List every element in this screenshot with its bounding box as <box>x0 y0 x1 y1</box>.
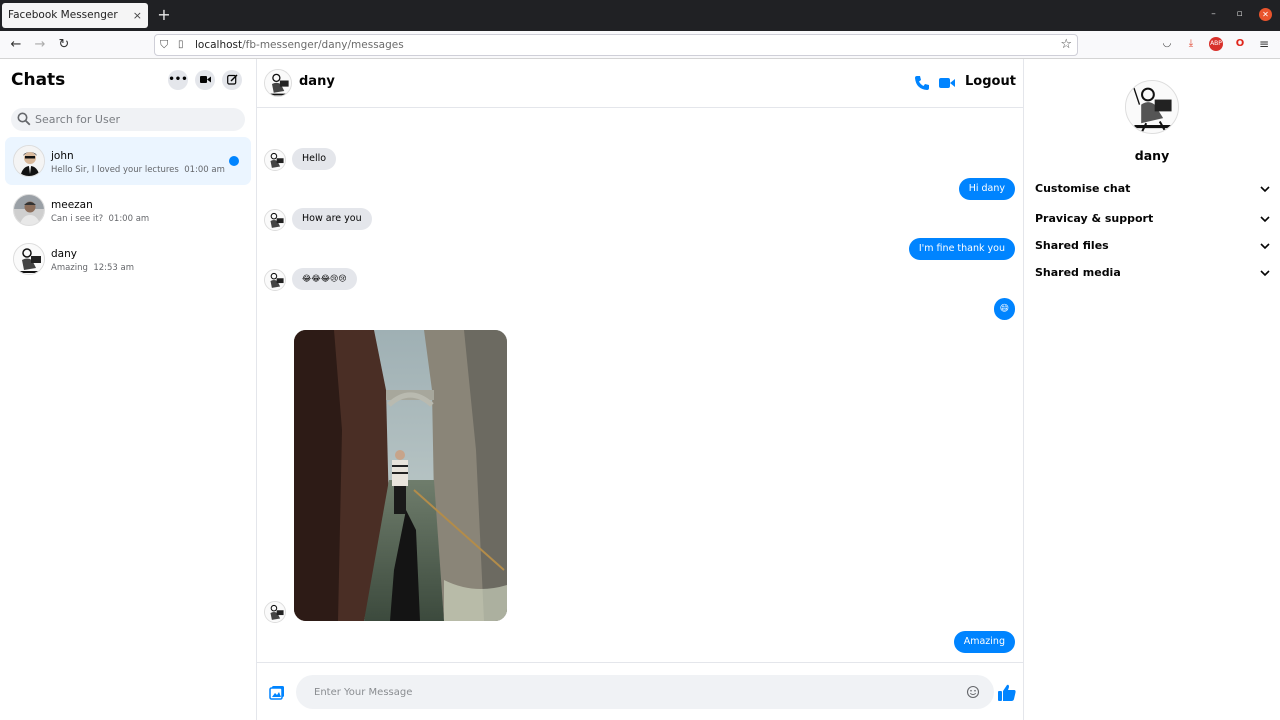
close-window-button[interactable]: ✕ <box>1259 8 1272 21</box>
logout-button[interactable]: Logout <box>965 74 1016 89</box>
section-label: Customise chat <box>1035 182 1131 195</box>
section-shared-media[interactable]: Shared media <box>1035 264 1271 282</box>
url-host: localhost <box>195 39 243 51</box>
sender-avatar <box>264 149 286 171</box>
url-text: localhost/fb-messenger/dany/messages <box>195 35 404 55</box>
conversation-name: john <box>51 150 74 162</box>
minimize-button[interactable]: – <box>1207 8 1220 21</box>
back-icon[interactable]: ← <box>8 37 24 53</box>
chevron-down-icon <box>1260 186 1270 193</box>
message-outgoing: Hi dany <box>958 178 1015 200</box>
sender-avatar <box>264 269 286 291</box>
messenger-app: Chats ••• john Hello Sir, I loved your l… <box>0 59 1280 720</box>
compose-icon[interactable] <box>222 70 242 90</box>
attach-media-icon[interactable] <box>269 685 285 701</box>
user-search <box>11 108 245 131</box>
contact-name: dany <box>299 74 335 89</box>
shield-icon[interactable]: ⛉ <box>160 35 168 55</box>
new-tab-button[interactable]: + <box>156 5 172 25</box>
chat-header: dany Logout <box>257 59 1023 108</box>
section-label: Shared media <box>1035 266 1121 279</box>
avatar <box>13 194 45 226</box>
tab-title: Facebook Messenger <box>8 9 118 21</box>
unread-dot <box>229 156 239 166</box>
message-input[interactable] <box>314 675 934 709</box>
section-shared-files[interactable]: Shared files <box>1035 237 1271 255</box>
window-controls: – ▫ ✕ <box>1207 8 1272 21</box>
conversation-preview: Hello Sir, I loved your lectures 01:00 a… <box>51 165 225 175</box>
section-label: Pravicay & support <box>1035 212 1154 225</box>
adblock-icon[interactable]: ABP <box>1209 37 1223 51</box>
reload-icon[interactable]: ↻ <box>56 37 72 53</box>
more-options-icon[interactable]: ••• <box>168 70 188 90</box>
chevron-down-icon <box>1260 243 1270 250</box>
sender-avatar <box>264 601 286 623</box>
message-incoming: How are you <box>292 208 372 230</box>
bookmark-star-icon[interactable]: ☆ <box>1060 35 1072 55</box>
opera-icon[interactable]: O <box>1233 37 1247 51</box>
chevron-down-icon <box>1260 270 1270 277</box>
message-outgoing: Amazing <box>953 631 1015 653</box>
conversation-preview: Amazing 12:53 am <box>51 263 135 273</box>
chats-title: Chats <box>11 70 66 90</box>
contact-profile-name: dany <box>1134 148 1170 163</box>
section-label: Shared files <box>1035 239 1109 252</box>
url-path: /fb-messenger/dany/messages <box>242 39 404 51</box>
video-call-icon[interactable] <box>195 70 215 90</box>
conversation-preview: Can i see it? 01:00 am <box>51 214 150 224</box>
video-icon[interactable] <box>938 74 956 92</box>
section-customise-chat[interactable]: Customise chat <box>1035 180 1271 198</box>
conversation-item-john[interactable]: john Hello Sir, I loved your lectures 01… <box>5 137 251 185</box>
avatar <box>13 243 45 275</box>
message-input-wrap <box>296 675 994 709</box>
message-incoming: Hello <box>292 148 337 170</box>
emoji-icon[interactable] <box>966 685 980 699</box>
url-bar[interactable]: ⛉ ▯ localhost/fb-messenger/dany/messages… <box>154 34 1078 56</box>
chats-sidebar: Chats ••• john Hello Sir, I loved your l… <box>0 59 257 720</box>
chat-panel: dany Logout Hello Hi dany How are you I'… <box>257 59 1024 720</box>
message-outgoing: I'm fine thank you <box>908 238 1015 260</box>
section-privacy-support[interactable]: Pravicay & support <box>1035 210 1271 228</box>
contact-profile-avatar <box>1125 80 1179 134</box>
gondola-canal-photo[interactable] <box>294 330 507 621</box>
conversation-item-meezan[interactable]: meezan Can i see it? 01:00 am <box>5 186 251 234</box>
contact-info-panel: dany Customise chat Pravicay & support S… <box>1024 59 1280 720</box>
sidebar-actions: ••• <box>168 70 242 90</box>
browser-navbar: ← → ↻ ⛉ ▯ localhost/fb-messenger/dany/me… <box>0 31 1280 59</box>
search-icon <box>17 112 31 126</box>
message-composer <box>257 662 1023 720</box>
avatar <box>13 145 45 177</box>
message-incoming-emoji: 😂😂😂😢😢 <box>292 268 357 290</box>
contact-avatar[interactable] <box>264 69 292 97</box>
maximize-button[interactable]: ▫ <box>1233 8 1246 21</box>
browser-tabbar: Facebook Messenger × + – ▫ ✕ <box>0 0 1280 31</box>
conversation-item-dany[interactable]: dany Amazing 12:53 am <box>5 235 251 283</box>
phone-icon[interactable] <box>913 74 931 92</box>
thumbs-up-icon[interactable] <box>997 683 1017 703</box>
chevron-down-icon <box>1260 216 1270 223</box>
search-input[interactable] <box>35 108 235 131</box>
download-icon[interactable]: ⤓ <box>1184 37 1198 51</box>
menu-icon[interactable]: ≡ <box>1257 37 1271 51</box>
conversation-name: dany <box>51 248 77 260</box>
browser-tab[interactable]: Facebook Messenger × <box>2 3 148 28</box>
sender-avatar <box>264 209 286 231</box>
pocket-icon[interactable]: ◡ <box>1160 37 1174 51</box>
message-outgoing-emoji: 😄 <box>993 298 1015 320</box>
page-info-icon[interactable]: ▯ <box>178 35 184 55</box>
forward-icon[interactable]: → <box>32 37 48 53</box>
tab-close-icon[interactable]: × <box>133 3 142 28</box>
conversation-name: meezan <box>51 199 93 211</box>
